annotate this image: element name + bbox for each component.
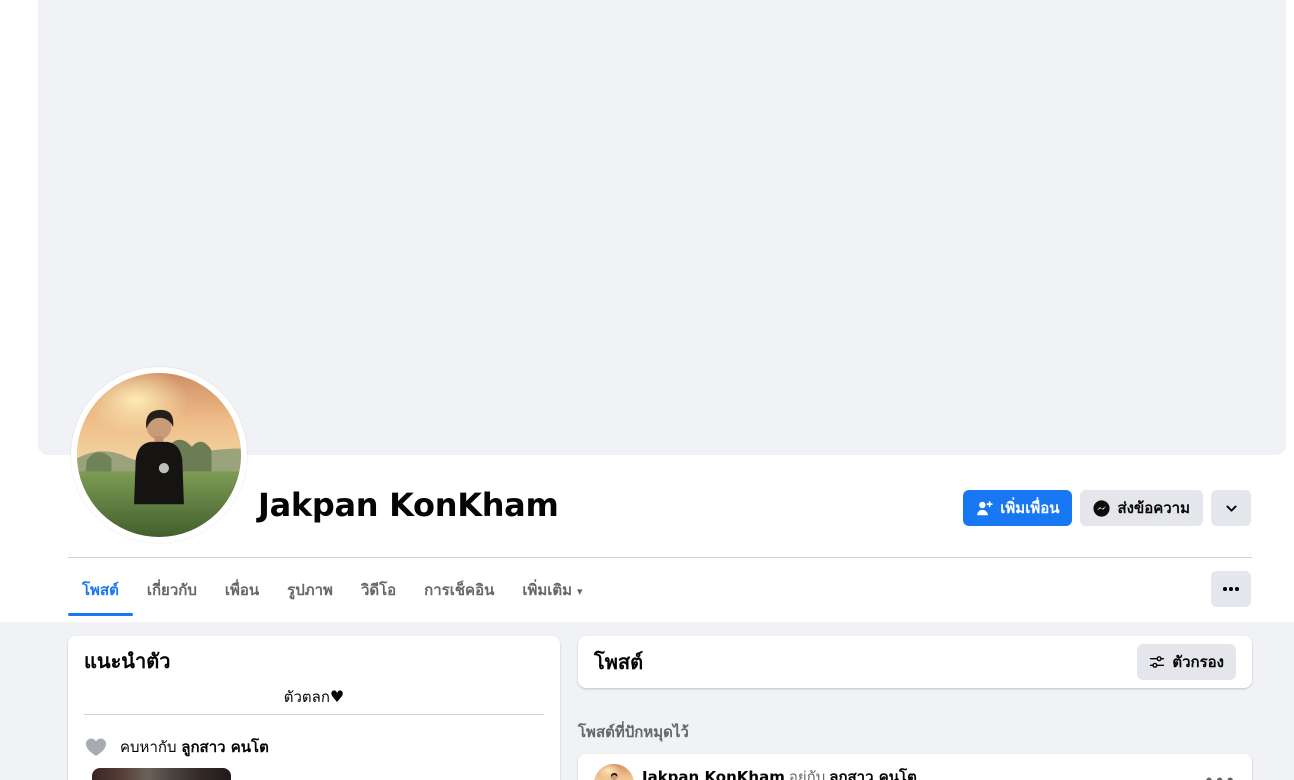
add-friend-button[interactable]: เพิ่มเพื่อน: [963, 490, 1073, 526]
posts-title: โพสต์: [594, 650, 644, 674]
profile-photo-scene: [77, 373, 241, 537]
post-avatar-scene: [594, 764, 634, 780]
black-heart-icon: ♥: [329, 687, 345, 706]
post-author-name[interactable]: Jakpan KonKham: [642, 768, 785, 780]
bio-text: ตัวตลก: [283, 688, 330, 706]
cover-photo[interactable]: [38, 0, 1286, 455]
intro-bio: ตัวตลก♥: [84, 687, 544, 707]
relationship-partner-link[interactable]: ลูกสาว คนโต: [181, 738, 269, 756]
messenger-icon: [1093, 499, 1111, 517]
profile-action-buttons: เพิ่มเพื่อน ส่งข้อความ: [963, 490, 1251, 526]
heart-icon: [84, 735, 108, 759]
profile-more-options-button[interactable]: [1211, 571, 1251, 607]
pinned-post-card: Jakpan KonKhamอยู่กับลูกสาว คนโต •••: [578, 754, 1252, 780]
intro-card: แนะนำตัว ตัวตลก♥ คบหากับ ลูกสาว คนโต: [68, 636, 560, 780]
post-menu-ellipsis-button[interactable]: •••: [1204, 772, 1236, 780]
posts-filter-button[interactable]: ตัวกรอง: [1137, 644, 1236, 680]
profile-picture[interactable]: [71, 367, 247, 543]
caret-down-icon: ▾: [577, 584, 583, 598]
tab-videos[interactable]: วิดีโอ: [347, 558, 410, 622]
person-plus-icon: [976, 500, 993, 517]
send-message-button[interactable]: ส่งข้อความ: [1080, 490, 1203, 526]
profile-tab-bar: โพสต์ เกี่ยวกับ เพื่อน รูปภาพ วิดีโอ การ…: [68, 558, 597, 622]
ellipsis-icon: [1223, 587, 1227, 591]
filter-label: ตัวกรอง: [1172, 653, 1224, 671]
tab-posts[interactable]: โพสต์: [68, 558, 133, 622]
posts-header-card: โพสต์ ตัวกรอง: [578, 636, 1252, 688]
profile-name: Jakpan KonKham: [258, 486, 559, 524]
pinned-posts-section-label: โพสต์ที่ปักหมุดไว้: [578, 723, 689, 741]
tab-about[interactable]: เกี่ยวกับ: [133, 558, 211, 622]
tab-friends[interactable]: เพื่อน: [211, 558, 273, 622]
more-actions-chevron-button[interactable]: [1211, 490, 1251, 526]
divider: [84, 714, 544, 715]
left-column: แนะนำตัว ตัวตลก♥ คบหากับ ลูกสาว คนโต: [68, 636, 560, 780]
relationship-prefix: คบหากับ: [120, 738, 177, 756]
right-column: โพสต์ ตัวกรอง โพสต์ที่ปักหมุดไว้ Jakpan …: [578, 636, 1252, 780]
tab-friends-label: เพื่อน: [224, 581, 260, 599]
post-tagged-name[interactable]: ลูกสาว คนโต: [829, 768, 917, 780]
tab-more[interactable]: เพิ่มเติม ▾: [508, 558, 596, 622]
tab-posts-label: โพสต์: [82, 581, 119, 599]
facebook-profile-page: Jakpan KonKham เพิ่มเพื่อน ส่งข้อความ โพ…: [0, 0, 1294, 780]
feed-columns: แนะนำตัว ตัวตลก♥ คบหากับ ลูกสาว คนโต โพส…: [68, 636, 1252, 780]
filters-sliders-icon: [1149, 654, 1165, 670]
chevron-down-icon: [1224, 501, 1239, 516]
post-header: Jakpan KonKham อยู่กับ ลูกสาว คนโต: [642, 767, 1204, 780]
tab-photos-label: รูปภาพ: [287, 581, 333, 599]
post-context-text: อยู่กับ: [788, 768, 826, 780]
tab-checkins[interactable]: การเช็คอิน: [410, 558, 508, 622]
intro-title: แนะนำตัว: [84, 649, 171, 673]
relationship-row: คบหากับ ลูกสาว คนโต: [84, 735, 544, 759]
post-author-avatar[interactable]: [594, 764, 634, 780]
send-message-label: ส่งข้อความ: [1117, 499, 1190, 517]
featured-photo-thumbnail[interactable]: [92, 768, 231, 780]
tab-about-label: เกี่ยวกับ: [146, 581, 197, 599]
add-friend-label: เพิ่มเพื่อน: [1000, 499, 1060, 517]
tab-checkins-label: การเช็คอิน: [424, 581, 495, 599]
tab-photos[interactable]: รูปภาพ: [273, 558, 347, 622]
tab-videos-label: วิดีโอ: [360, 581, 397, 599]
relationship-text: คบหากับ ลูกสาว คนโต: [120, 735, 269, 759]
tab-more-label: เพิ่มเติม: [522, 581, 573, 599]
